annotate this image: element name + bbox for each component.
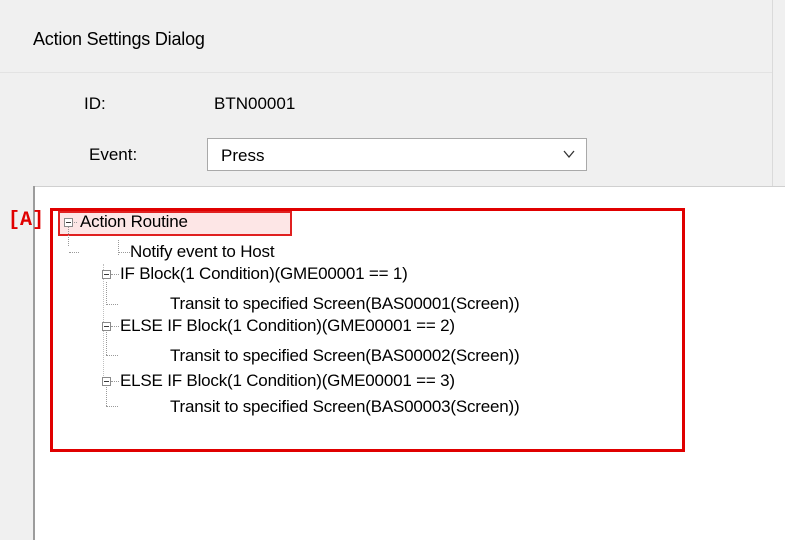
event-select[interactable]: Press bbox=[207, 138, 587, 171]
title-divider bbox=[0, 72, 772, 73]
chevron-down-icon bbox=[563, 150, 575, 159]
annotation-label: [A] bbox=[8, 209, 45, 232]
id-label: ID: bbox=[84, 94, 106, 113]
action-settings-dialog: Action Settings Dialog ID: BTN00001 Even… bbox=[0, 0, 785, 540]
tree-left-border bbox=[33, 186, 35, 540]
event-label: Event: bbox=[89, 145, 138, 164]
dialog-title: Action Settings Dialog bbox=[33, 29, 205, 49]
annotation-box bbox=[50, 208, 685, 452]
event-select-value: Press bbox=[221, 146, 265, 165]
id-value: BTN00001 bbox=[214, 94, 296, 113]
